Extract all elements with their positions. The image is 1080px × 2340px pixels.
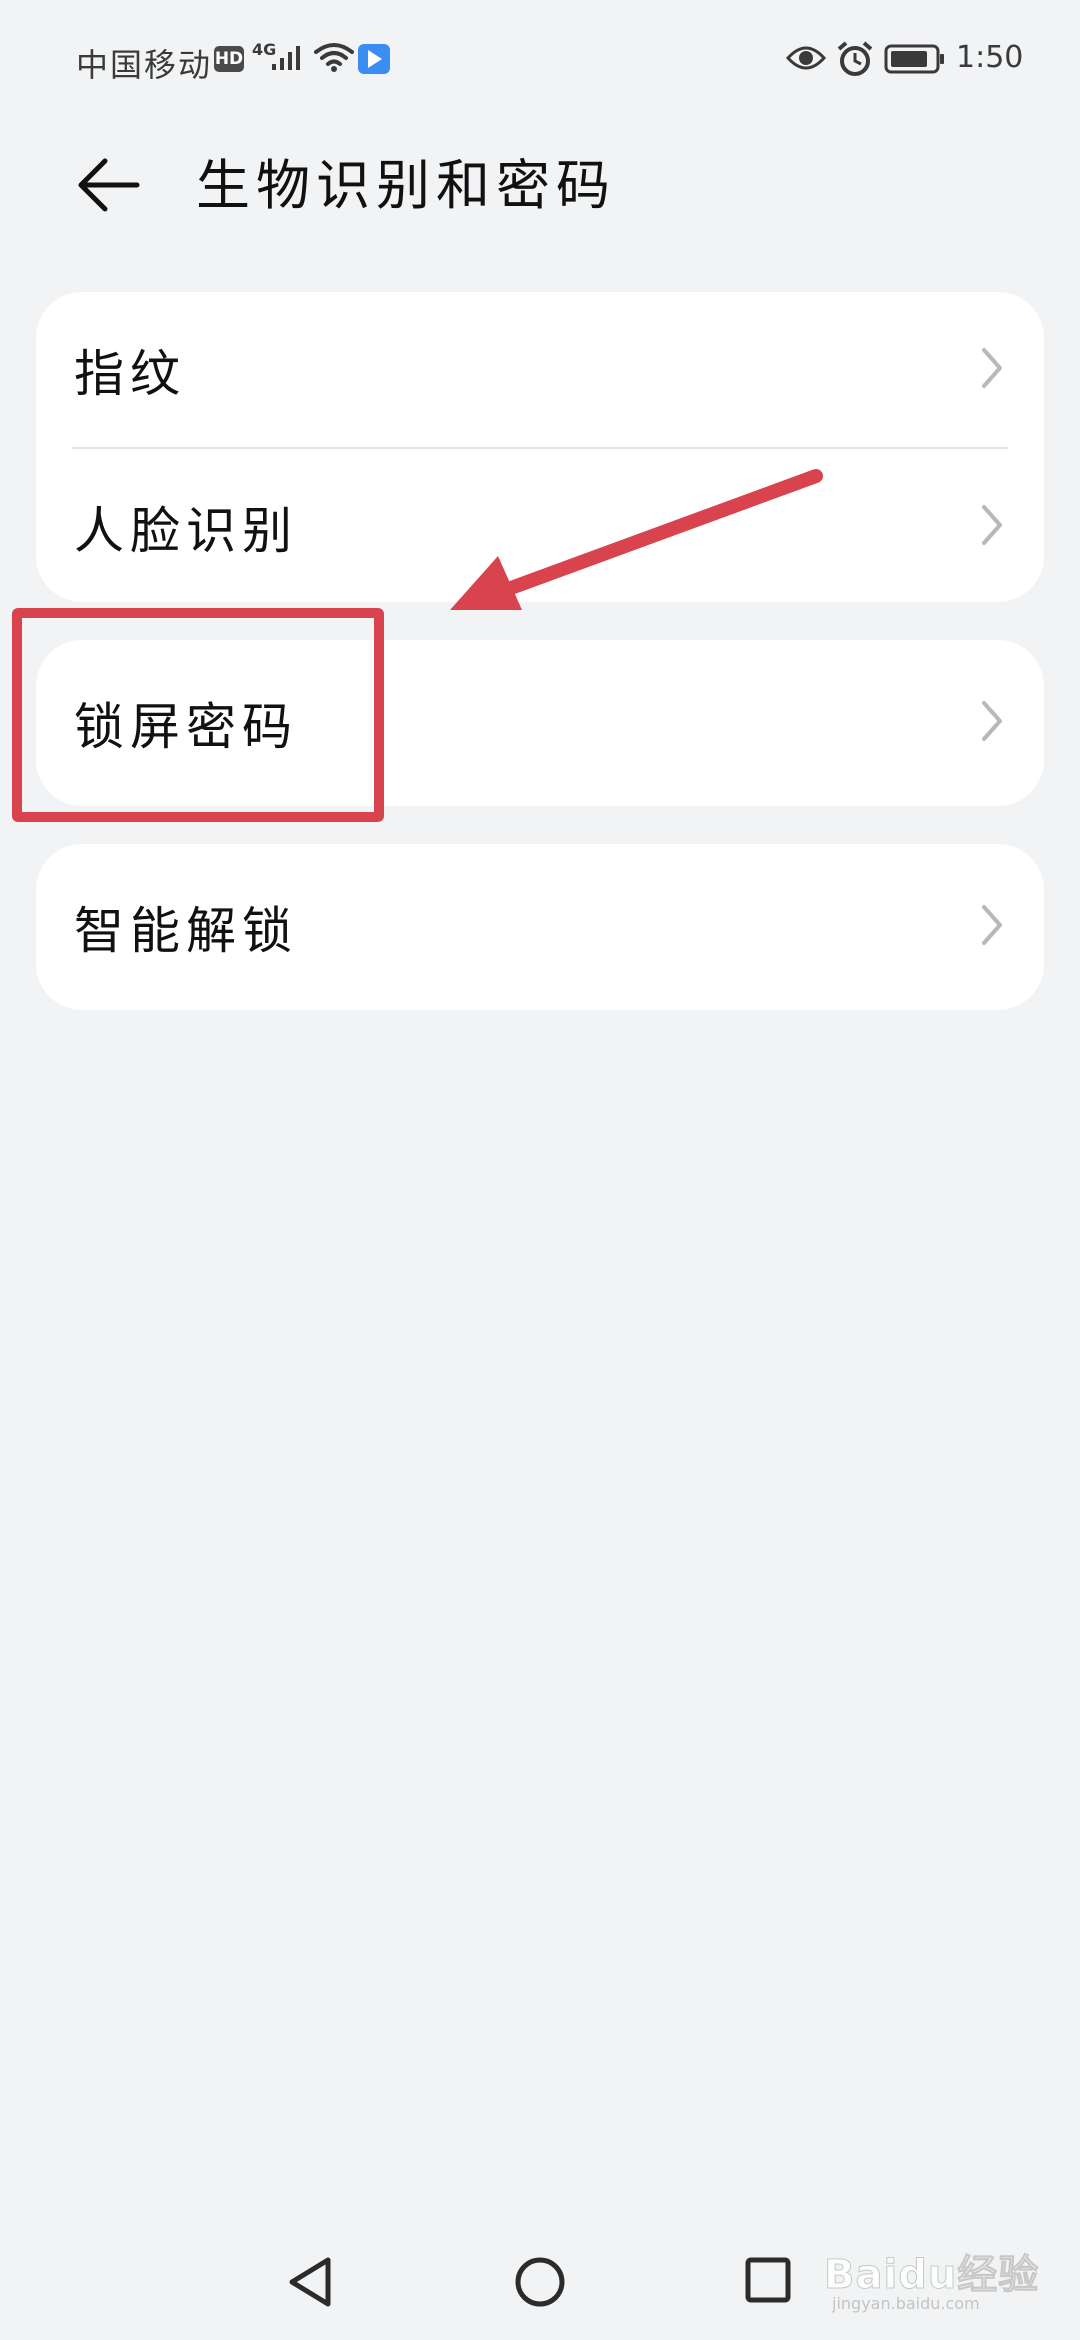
chevron-right-icon <box>980 903 1004 951</box>
eye-icon <box>785 44 827 76</box>
chevron-right-icon <box>980 699 1004 747</box>
nav-back-icon[interactable] <box>284 2254 336 2310</box>
baidu-watermark: Baidu经验 <box>823 2252 1040 2299</box>
menu-item-fingerprint[interactable]: 指纹 <box>36 292 1044 447</box>
page-title: 生物识别和密码 <box>196 154 616 217</box>
app-notification-icon <box>358 44 390 74</box>
menu-item-label: 指纹 <box>74 344 186 403</box>
clock: 1:50 <box>956 40 1024 75</box>
smart-unlock-card: 智能解锁 <box>36 844 1044 1010</box>
wifi-icon <box>314 42 354 78</box>
chevron-right-icon <box>980 346 1004 394</box>
arrow-left-icon <box>78 158 140 212</box>
chevron-right-icon <box>980 503 1004 551</box>
signal-icon <box>270 42 308 76</box>
menu-item-label: 智能解锁 <box>74 902 298 960</box>
back-button[interactable] <box>64 140 154 230</box>
battery-icon <box>884 44 946 78</box>
annotation-highlight-box <box>12 608 384 822</box>
status-bar: 中国移动 HD 4G 1:50 <box>0 0 1080 120</box>
menu-item-label: 人脸识别 <box>74 501 298 560</box>
alarm-icon <box>836 40 874 82</box>
menu-item-smart-unlock[interactable]: 智能解锁 <box>36 844 1044 1010</box>
annotation-arrow-icon <box>450 469 823 610</box>
hd-badge: HD <box>214 46 244 72</box>
watermark-url: jingyan.baidu.com <box>832 2294 980 2313</box>
nav-recents-icon[interactable] <box>744 2256 792 2304</box>
nav-home-icon[interactable] <box>514 2256 566 2308</box>
carrier-name: 中国移动 <box>76 46 213 84</box>
